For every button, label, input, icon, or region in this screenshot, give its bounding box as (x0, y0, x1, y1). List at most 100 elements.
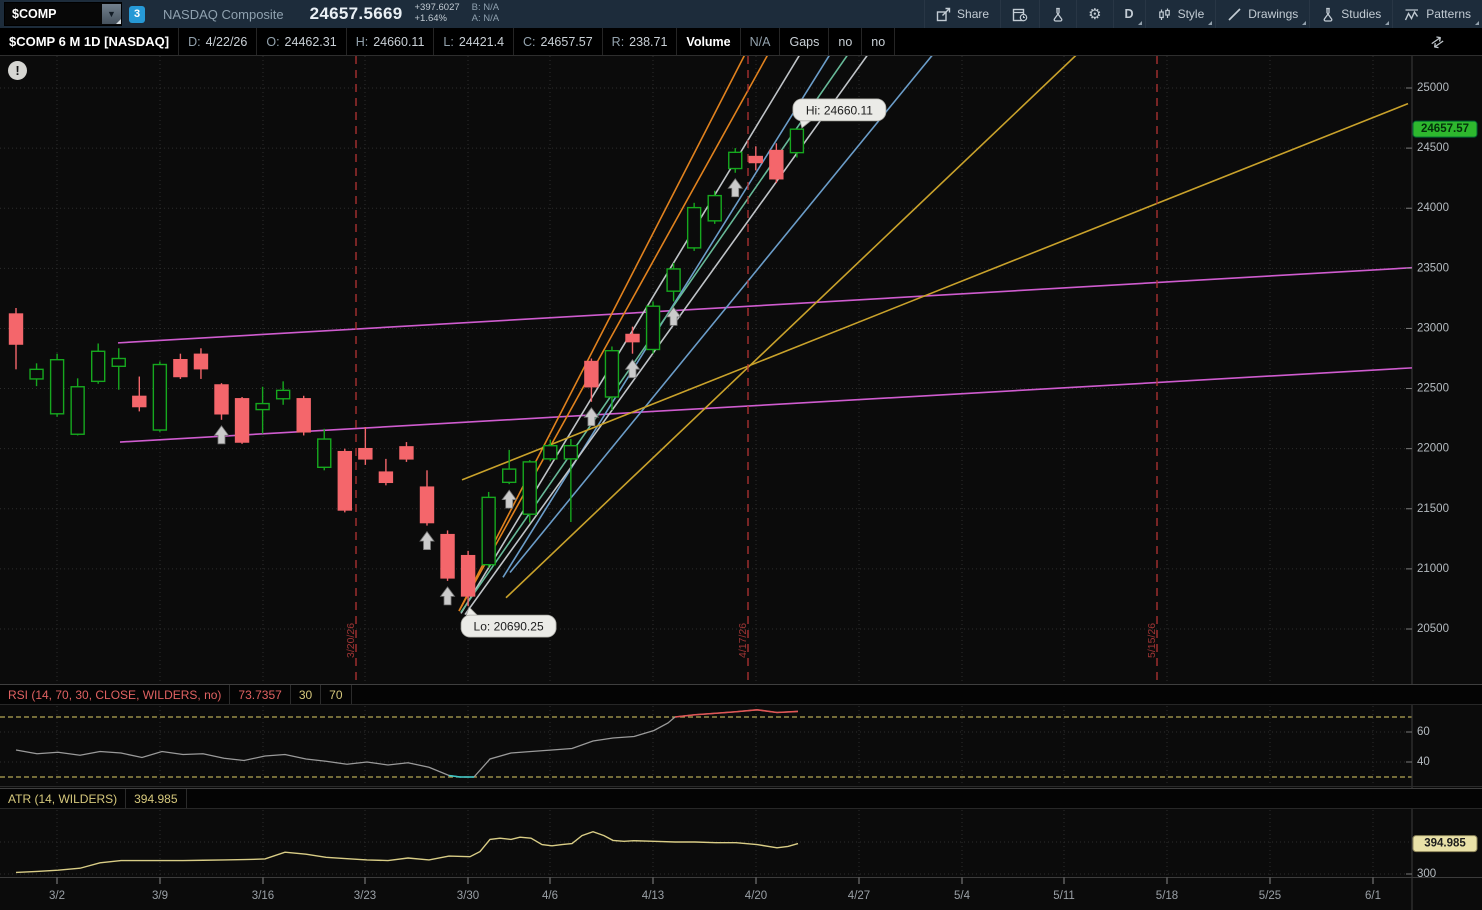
candle[interactable] (790, 129, 803, 158)
signal-up-arrow-icon (441, 587, 455, 605)
candle[interactable] (277, 381, 290, 404)
candle[interactable] (236, 397, 249, 444)
fan-orange-2[interactable] (459, 56, 768, 611)
ohlc-cell-low: L:24421.4 (434, 28, 514, 55)
candle[interactable] (503, 450, 516, 484)
candle[interactable] (421, 470, 434, 525)
time-tick-label: 4/27 (848, 890, 870, 902)
time-axis[interactable]: 3/23/93/163/233/304/64/134/204/275/45/11… (49, 878, 1381, 903)
candle[interactable] (297, 396, 310, 436)
time-tick-label: 5/18 (1156, 890, 1178, 902)
candle[interactable] (256, 387, 269, 434)
channel-lower[interactable] (120, 368, 1412, 442)
quick-study-button[interactable] (1039, 0, 1076, 28)
ohlc-cell-close: C:24657.57 (514, 28, 603, 55)
symbol-input[interactable]: $COMP ▼ (4, 2, 122, 26)
candle[interactable] (153, 362, 166, 432)
price-tick-label: 24000 (1417, 202, 1449, 214)
fan-blue-2[interactable] (510, 56, 933, 572)
time-tick-label: 4/13 (642, 890, 664, 902)
candle[interactable] (400, 442, 413, 462)
atr-line (16, 832, 798, 873)
fan-silver-2[interactable] (465, 56, 868, 615)
chevron-caret-icon (1385, 21, 1389, 25)
candle[interactable] (667, 263, 680, 301)
candle[interactable] (626, 327, 639, 354)
candle[interactable] (523, 460, 536, 523)
rsi-study-title[interactable]: RSI (14, 70, 30, CLOSE, WILDERS, no) (0, 685, 230, 704)
atr-plot (16, 832, 798, 873)
candle[interactable] (30, 363, 43, 386)
volume-label: Volume (677, 28, 740, 55)
candle[interactable] (112, 348, 125, 389)
candle[interactable] (647, 301, 660, 353)
candle[interactable] (215, 383, 228, 420)
candle[interactable] (174, 354, 187, 379)
volume-value: N/A (741, 28, 781, 55)
rsi-tick-label: 60 (1417, 726, 1430, 738)
time-tick-label: 3/2 (49, 890, 65, 902)
flask-icon (1321, 7, 1335, 22)
candle[interactable] (51, 354, 64, 417)
chart-canvas[interactable]: 3/20/264/17/265/15/26Lo: 20690.25Hi: 246… (0, 56, 1482, 910)
studies-button[interactable]: Studies (1309, 0, 1392, 28)
chevron-caret-icon (1475, 21, 1479, 25)
price-tick-label: 25000 (1417, 82, 1449, 94)
candle[interactable] (71, 378, 84, 435)
candle[interactable] (194, 348, 207, 379)
time-tick-label: 4/20 (745, 890, 767, 902)
time-tick-label: 6/1 (1365, 890, 1381, 902)
candle[interactable] (10, 308, 23, 369)
candle[interactable] (359, 427, 372, 465)
fan-orange-1[interactable] (459, 56, 745, 611)
candle[interactable] (462, 551, 475, 606)
ask-value: A: N/A (472, 14, 499, 25)
price-axis[interactable]: 2500024500240002350023000225002200021500… (1406, 82, 1477, 880)
atr-tick-label: 300 (1417, 868, 1436, 880)
candle[interactable] (338, 449, 351, 513)
change-percent: +1.64% (414, 14, 459, 25)
candle[interactable] (770, 143, 783, 183)
chevron-caret-icon (1208, 21, 1212, 25)
rsi-oversold-segment (449, 776, 474, 778)
candle[interactable] (441, 530, 454, 580)
gear-icon: ⚙ (1088, 7, 1101, 22)
expiration-date-label: 4/17/26 (737, 623, 749, 658)
atr-value: 394.985 (126, 789, 186, 808)
candle[interactable] (92, 343, 105, 383)
link-channel-badge[interactable]: 3 (129, 6, 145, 23)
time-tick-label: 4/6 (542, 890, 558, 902)
channel-upper[interactable] (118, 268, 1412, 343)
candle[interactable] (688, 203, 701, 251)
timeframe-button[interactable]: D (1113, 0, 1145, 28)
share-icon (936, 7, 951, 22)
candle[interactable] (564, 439, 577, 522)
candle[interactable] (318, 429, 331, 470)
share-button[interactable]: Share (924, 0, 1000, 28)
fan-yellow-2[interactable] (462, 104, 1408, 480)
price-tick-label: 21000 (1417, 563, 1449, 575)
candle[interactable] (729, 148, 742, 173)
drawings-button[interactable]: Drawings (1215, 0, 1309, 28)
events-button[interactable] (1000, 0, 1039, 28)
candle[interactable] (379, 459, 392, 485)
symbol-dropdown-caret-icon[interactable]: ▼ (102, 4, 121, 24)
time-tick-label: 5/11 (1053, 890, 1075, 902)
time-tick-label: 5/4 (954, 890, 971, 902)
patterns-button[interactable]: Patterns (1392, 0, 1482, 28)
candle[interactable] (482, 492, 495, 568)
style-button[interactable]: Style (1145, 0, 1216, 28)
candle[interactable] (133, 377, 146, 412)
candles-layer (10, 129, 804, 606)
candle[interactable] (585, 358, 598, 401)
top-toolbar: $COMP ▼ 3 NASDAQ Composite 24657.5669 +3… (0, 0, 1482, 28)
chart-settings-button[interactable]: ⚙ (1076, 0, 1112, 28)
gap-left-value: no (829, 28, 862, 55)
timeframe-label: D (1125, 7, 1134, 21)
share-label: Share (957, 7, 989, 21)
candle[interactable] (708, 191, 721, 224)
alert-icon[interactable]: ! (8, 61, 27, 80)
atr-study-title[interactable]: ATR (14, WILDERS) (0, 789, 126, 808)
rsi-overbought-segment (675, 710, 798, 717)
expiration-date-label: 5/15/26 (1146, 623, 1158, 658)
